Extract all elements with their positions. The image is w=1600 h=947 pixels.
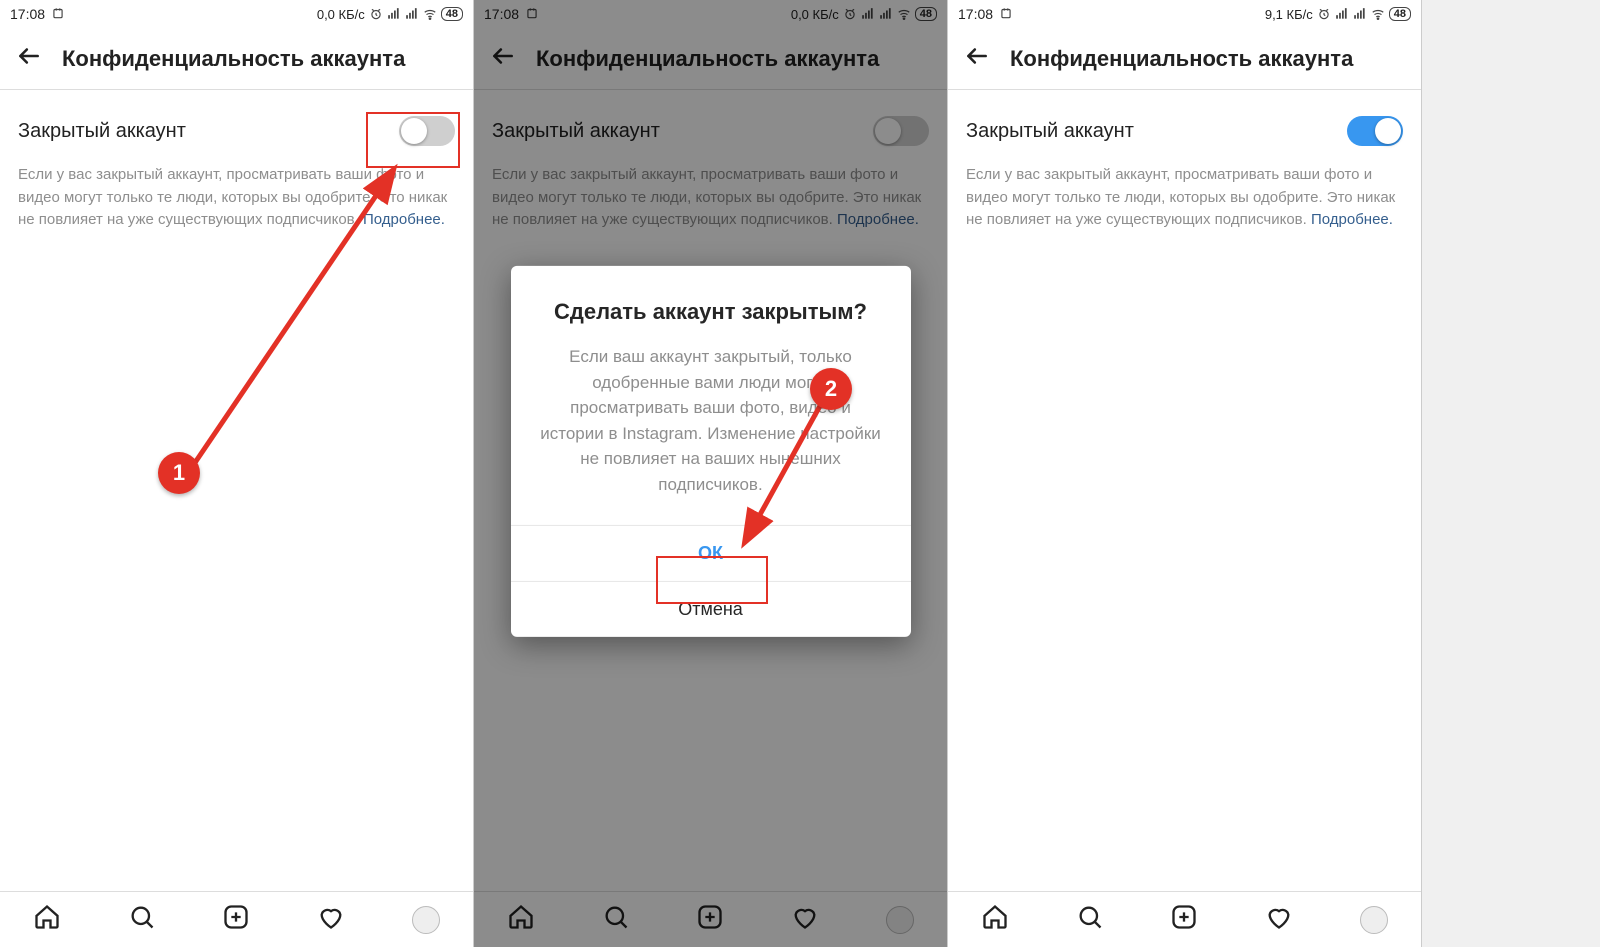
learn-more-link[interactable]: Подробнее. <box>363 211 445 228</box>
profile-tab-icon[interactable] <box>1360 906 1388 934</box>
battery-indicator: 48 <box>441 7 463 21</box>
profile-tab-icon[interactable] <box>412 906 440 934</box>
page-title: Конфиденциальность аккаунта <box>62 46 405 72</box>
private-account-label: Закрытый аккаунт <box>966 120 1134 143</box>
search-tab-icon[interactable] <box>128 903 156 936</box>
status-bar: 17:08 9,1 КБ/с 48 <box>948 0 1421 28</box>
new-post-tab-icon[interactable] <box>222 903 250 936</box>
step-badge-1: 1 <box>158 452 200 494</box>
task-icon <box>51 6 65 23</box>
home-tab-icon[interactable] <box>981 903 1009 936</box>
alarm-icon <box>1317 7 1331 21</box>
step-badge-2: 2 <box>810 368 852 410</box>
back-button[interactable] <box>16 43 42 74</box>
alarm-icon <box>369 7 383 21</box>
private-account-description: Если у вас закрытый аккаунт, просматрива… <box>966 164 1403 232</box>
activity-tab-icon[interactable] <box>1265 903 1293 936</box>
signal-icon <box>1353 7 1367 21</box>
dialog-cancel-button[interactable]: Отмена <box>511 581 911 637</box>
new-post-tab-icon[interactable] <box>1170 903 1198 936</box>
dialog-body: Если ваш аккаунт закрытый, только одобре… <box>537 344 885 497</box>
status-rate: 9,1 КБ/с <box>1265 7 1313 22</box>
activity-tab-icon[interactable] <box>317 903 345 936</box>
dialog-ok-button[interactable]: ОК <box>511 525 911 581</box>
signal-icon <box>1335 7 1349 21</box>
status-time: 17:08 <box>958 6 993 22</box>
bottom-tab-bar <box>0 891 473 947</box>
confirm-dialog: Сделать аккаунт закрытым? Если ваш аккау… <box>511 265 911 637</box>
back-button[interactable] <box>964 43 990 74</box>
wifi-icon <box>1371 7 1385 21</box>
private-account-toggle[interactable] <box>399 116 455 146</box>
dialog-title: Сделать аккаунт закрытым? <box>537 297 885 326</box>
status-rate: 0,0 КБ/с <box>317 7 365 22</box>
home-tab-icon[interactable] <box>33 903 61 936</box>
learn-more-link[interactable]: Подробнее. <box>1311 211 1393 228</box>
page-title: Конфиденциальность аккаунта <box>1010 46 1353 72</box>
status-time: 17:08 <box>10 6 45 22</box>
search-tab-icon[interactable] <box>1076 903 1104 936</box>
signal-icon <box>405 7 419 21</box>
signal-icon <box>387 7 401 21</box>
status-bar: 17:08 0,0 КБ/с 48 <box>0 0 473 28</box>
task-icon <box>999 6 1013 23</box>
app-header: Конфиденциальность аккаунта <box>948 28 1421 90</box>
private-account-toggle[interactable] <box>1347 116 1403 146</box>
battery-indicator: 48 <box>1389 7 1411 21</box>
private-account-description: Если у вас закрытый аккаунт, просматрива… <box>18 164 455 232</box>
wifi-icon <box>423 7 437 21</box>
private-account-label: Закрытый аккаунт <box>18 120 186 143</box>
bottom-tab-bar <box>948 891 1421 947</box>
app-header: Конфиденциальность аккаунта <box>0 28 473 90</box>
